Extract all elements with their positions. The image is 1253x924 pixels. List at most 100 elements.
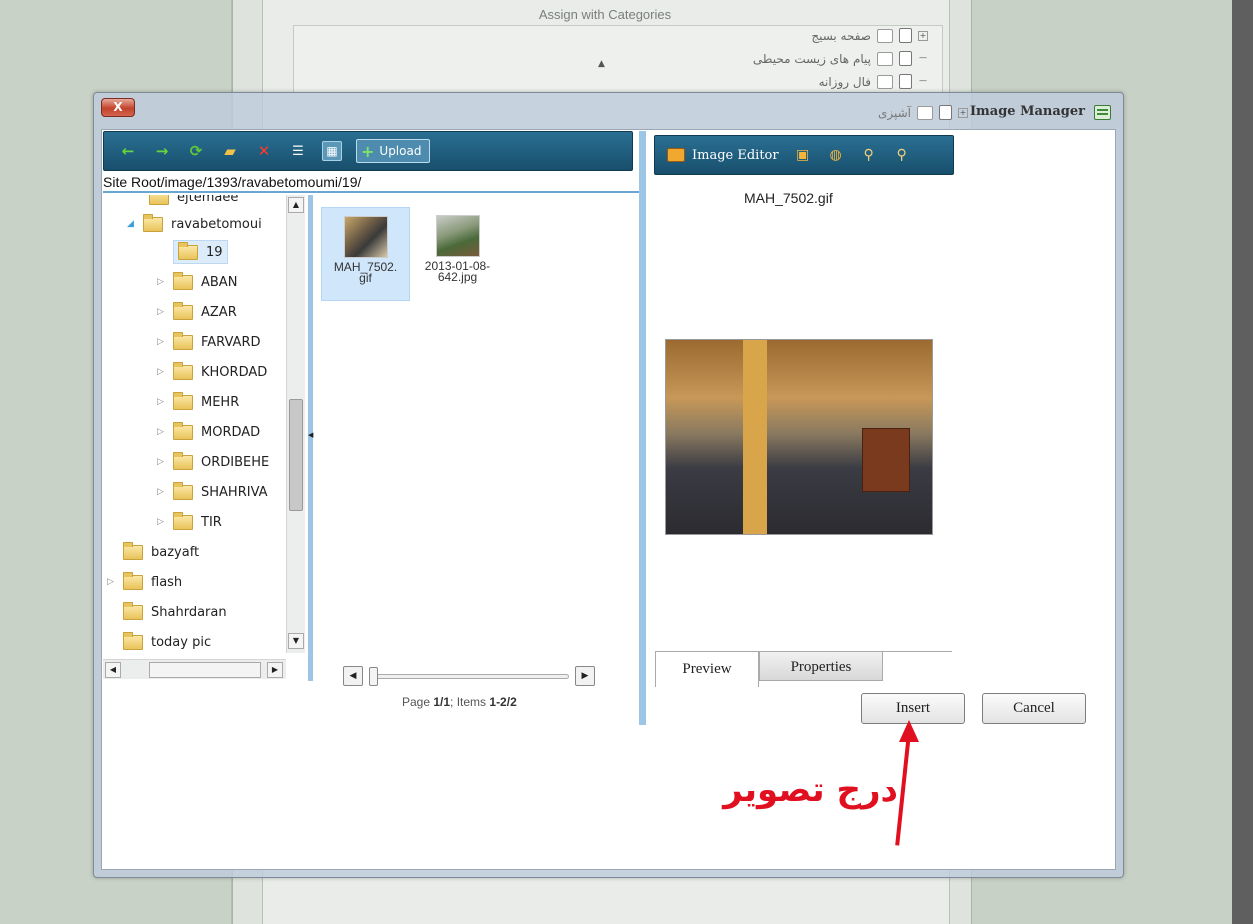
- list-view-icon[interactable]: ☰: [288, 141, 308, 161]
- tree-vertical-scrollbar[interactable]: ▲ ▼: [286, 195, 305, 653]
- scroll-down-icon[interactable]: ▼: [288, 633, 304, 649]
- thumbnail-view-icon[interactable]: ▦: [322, 141, 342, 161]
- folder-icon: [149, 195, 169, 205]
- annotation-arrow-head: [899, 720, 919, 742]
- zoom-in-icon[interactable]: ⚲: [860, 146, 878, 164]
- file-name-line: 642.jpg: [437, 270, 478, 284]
- tree-item[interactable]: ▷ AZAR: [157, 300, 237, 324]
- tree-item[interactable]: ▷ FARVARD: [157, 330, 261, 354]
- expand-icon[interactable]: ▷: [157, 337, 167, 347]
- expand-icon[interactable]: ▷: [157, 397, 167, 407]
- slider-handle[interactable]: [369, 667, 378, 686]
- file-thumbnail[interactable]: MAH_7502. gif: [321, 207, 410, 301]
- category-item[interactable]: — پیام های زیست محیطی: [753, 51, 928, 66]
- tree-item-label: 19: [206, 244, 223, 260]
- crop-icon[interactable]: ◍: [827, 146, 845, 164]
- expand-icon[interactable]: ▷: [157, 487, 167, 497]
- folder-icon: [123, 541, 143, 560]
- close-button[interactable]: X: [101, 98, 135, 117]
- image-editor-icon: [667, 148, 685, 162]
- category-checkbox[interactable]: [877, 51, 893, 66]
- tree-item[interactable]: today pic: [123, 630, 211, 654]
- dialog-title-bar[interactable]: X + آشپزی Image Manager: [94, 93, 1123, 127]
- category-label: فال روزانه: [818, 74, 871, 89]
- file-thumbnail[interactable]: 2013-01-08- 642.jpg: [413, 207, 502, 301]
- fit-icon[interactable]: ▣: [794, 146, 812, 164]
- tree-item[interactable]: Shahrdaran: [123, 600, 227, 624]
- scroll-left-icon[interactable]: ◀: [105, 662, 121, 678]
- tab-properties[interactable]: Properties: [759, 651, 883, 681]
- expand-plus-icon[interactable]: +: [958, 107, 968, 118]
- dialog-title: Image Manager: [969, 104, 1085, 119]
- tree-item[interactable]: ▷ KHORDAD: [157, 360, 267, 384]
- category-item[interactable]: + آشپزی: [878, 105, 968, 120]
- tree-item-label: ABAN: [201, 274, 238, 290]
- thumbnail-image: [435, 215, 480, 257]
- image-editor-button[interactable]: Image Editor: [667, 148, 779, 163]
- tree-item-label: SHAHRIVA: [201, 484, 268, 500]
- tab-preview[interactable]: Preview: [655, 651, 759, 687]
- tree-item-label: MEHR: [201, 394, 240, 410]
- tree-item[interactable]: ▷ MORDAD: [157, 420, 260, 444]
- scroll-right-icon[interactable]: ▶: [267, 662, 283, 678]
- tree-item[interactable]: ◢ ravabetomoui: [127, 212, 262, 236]
- expand-plus-icon[interactable]: +: [918, 30, 928, 41]
- dialog-client-area: ← → ⟳ ▰ ✕ ☰ ▦ + Upload Site Root/image/1…: [101, 129, 1116, 870]
- tree-item-selected[interactable]: 19: [173, 240, 228, 264]
- image-manager-dialog: X + آشپزی Image Manager ← → ⟳ ▰ ✕ ☰ ▦ + …: [93, 92, 1124, 878]
- tree-item[interactable]: bazyaft: [123, 540, 199, 564]
- tree-item[interactable]: ▷ TIR: [157, 510, 222, 534]
- tree-item[interactable]: ▷ MEHR: [157, 390, 239, 414]
- expand-icon[interactable]: ▷: [157, 427, 167, 437]
- scroll-thumb[interactable]: [289, 399, 303, 511]
- expand-icon[interactable]: ▷: [157, 367, 167, 377]
- expand-icon[interactable]: ▷: [157, 517, 167, 527]
- thumbnail-size-slider[interactable]: ◀ ▶: [343, 666, 595, 688]
- folder-tree: ejtemaee ◢ ravabetomoui 19 ▷ ABAN ▷ AZAR: [103, 195, 308, 681]
- plus-icon: +: [361, 141, 375, 161]
- forward-arrow-icon[interactable]: →: [152, 141, 172, 161]
- page-icon: [899, 51, 912, 66]
- tree-item-label: MORDAD: [201, 424, 261, 440]
- tree-item[interactable]: ▷ ABAN: [157, 270, 237, 294]
- image-editor-toolbar: Image Editor ▣ ◍ ⚲ ⚲: [654, 135, 954, 175]
- new-folder-icon[interactable]: ▰: [220, 141, 240, 161]
- panel-divider[interactable]: [639, 131, 646, 725]
- tree-item[interactable]: ejtemaee: [149, 195, 238, 209]
- scroll-up-icon[interactable]: ▲: [288, 197, 304, 213]
- tree-line-icon: —: [919, 75, 927, 85]
- category-item[interactable]: — فال روزانه: [819, 74, 928, 89]
- zoom-out-icon[interactable]: ⚲: [893, 146, 911, 164]
- assign-categories-title: Assign with Categories: [538, 7, 672, 22]
- tree-item[interactable]: ▷ flash: [107, 570, 182, 594]
- expand-icon[interactable]: ▷: [157, 277, 167, 287]
- slider-track[interactable]: [373, 674, 569, 679]
- tree-item[interactable]: ▷ ORDIBEHE: [157, 450, 269, 474]
- slider-right-icon[interactable]: ▶: [575, 666, 595, 686]
- tree-item-label: AZAR: [201, 304, 237, 320]
- back-arrow-icon[interactable]: ←: [118, 141, 138, 161]
- scroll-up-icon[interactable]: ▲: [598, 59, 605, 69]
- delete-icon[interactable]: ✕: [254, 141, 274, 161]
- category-item[interactable]: + صفحه بسیج: [811, 28, 928, 43]
- expand-icon[interactable]: ▷: [107, 577, 117, 587]
- tree-item[interactable]: ▷ SHAHRIVA: [157, 480, 268, 504]
- file-list: MAH_7502. gif 2013-01-08- 642.jpg: [313, 195, 639, 681]
- file-name-line: gif: [359, 271, 372, 285]
- slider-left-icon[interactable]: ◀: [343, 666, 363, 686]
- pager-items: 1-2/2: [489, 695, 517, 709]
- pager-status: Page 1/1; Items 1-2/2: [402, 695, 517, 709]
- category-checkbox[interactable]: [877, 74, 893, 89]
- expand-icon[interactable]: ▷: [157, 307, 167, 317]
- tree-item-label: flash: [151, 574, 183, 590]
- tree-horizontal-scrollbar[interactable]: ◀ ▶: [103, 659, 286, 679]
- scroll-thumb[interactable]: [149, 662, 261, 678]
- category-checkbox[interactable]: [917, 105, 933, 120]
- tree-item-label: ravabetomoui: [171, 216, 262, 232]
- category-checkbox[interactable]: [877, 28, 893, 43]
- refresh-icon[interactable]: ⟳: [186, 141, 206, 161]
- cancel-button[interactable]: Cancel: [982, 693, 1086, 724]
- collapse-icon[interactable]: ◢: [127, 219, 137, 229]
- expand-icon[interactable]: ▷: [157, 457, 167, 467]
- upload-button[interactable]: + Upload: [356, 139, 431, 163]
